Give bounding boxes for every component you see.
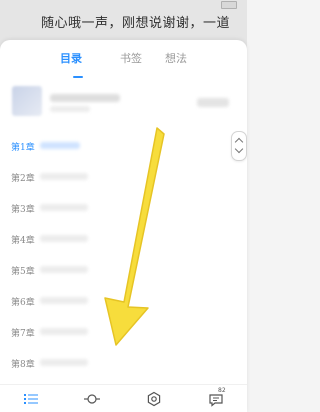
progress-icon[interactable] [84,391,100,407]
tab-notes[interactable]: 想法 [165,50,187,66]
chapter-item[interactable]: 第2章 [0,161,230,192]
chapter-item[interactable]: 第5章 [0,254,230,285]
chapter-label: 第5章 [11,267,35,277]
chapter-title-blurred [40,173,88,180]
chapter-label: 第1章 [11,143,35,153]
chapter-label: 第4章 [11,236,35,246]
chapter-title-blurred [40,297,88,304]
tab-bookmarks[interactable]: 书签 [120,50,142,66]
chapter-item[interactable]: 第7章 [0,316,230,347]
panel-tabs: 目录 书签 想法 [0,50,247,78]
settings-icon[interactable] [146,391,162,407]
chapter-item[interactable]: 第4章 [0,223,230,254]
chapter-label: 第6章 [11,298,35,308]
chapter-item[interactable]: 第6章 [0,285,230,316]
bottom-toolbar: 82 [0,384,247,412]
book-subtitle-blurred [50,106,90,112]
chapter-item[interactable]: 第3章 [0,192,230,223]
book-title-blurred [50,94,120,102]
chapter-title-blurred [40,142,80,149]
contents-panel: 目录 书签 想法 第1章 第2章 第3章 第4章 第5章 第6章 第7章 第8章… [0,40,247,412]
book-info[interactable] [0,78,247,128]
comment-count-badge: 82 [218,387,226,394]
list-icon[interactable] [23,391,39,407]
chapter-item[interactable]: 第8章 [0,347,230,378]
chapter-label: 第7章 [11,329,35,339]
chapter-label: 第3章 [11,205,35,215]
chevron-down-icon [234,144,244,154]
sort-control-blurred[interactable] [197,98,229,107]
book-cover [12,86,42,116]
chapter-title-blurred [40,235,88,242]
chapter-title-blurred [40,359,88,366]
chapter-title-blurred [40,266,88,273]
chapter-item[interactable]: 第1章 [0,130,230,161]
chapter-title-blurred [40,204,88,211]
chapter-label: 第2章 [11,174,35,184]
scroll-handle-icon[interactable] [231,131,247,161]
tab-contents[interactable]: 目录 [60,50,82,66]
chapter-label: 第8章 [11,360,35,370]
chapter-title-blurred [40,328,88,335]
